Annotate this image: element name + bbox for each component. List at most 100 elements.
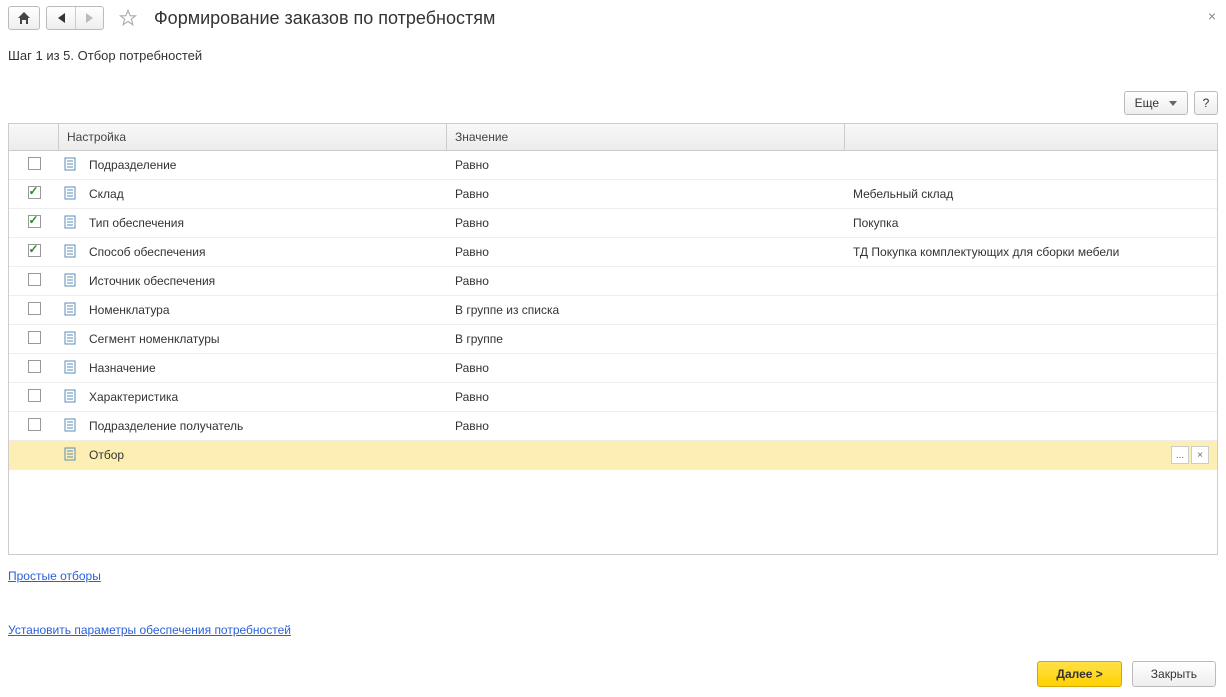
row-icon-cell — [59, 182, 81, 207]
table-empty — [9, 470, 1217, 554]
table-row[interactable]: Тип обеспечения Равно Покупка — [9, 209, 1217, 238]
row-checkbox-cell — [9, 385, 59, 409]
row-name: Сегмент номенклатуры — [81, 328, 447, 350]
row-comp — [845, 422, 1217, 430]
favorite-button[interactable] — [116, 6, 140, 30]
col-checkbox — [9, 124, 59, 150]
row-value: Равно — [447, 386, 845, 408]
row-checkbox-cell — [9, 211, 59, 235]
filter-icon — [63, 447, 77, 461]
set-params-link[interactable]: Установить параметры обеспечения потребн… — [8, 623, 1218, 637]
row-name: Способ обеспечения — [81, 241, 447, 263]
next-button[interactable]: Далее > — [1037, 661, 1121, 687]
row-name: Склад — [81, 183, 447, 205]
row-value: Равно — [447, 212, 845, 234]
filter-icon — [63, 302, 77, 316]
row-name: Источник обеспечения — [81, 270, 447, 292]
nav-group — [46, 6, 104, 30]
checkbox[interactable] — [28, 389, 41, 402]
row-comp: ... × — [845, 442, 1217, 468]
checkbox[interactable] — [28, 418, 41, 431]
checkbox[interactable] — [28, 302, 41, 315]
row-icon-cell — [59, 356, 81, 381]
row-checkbox-cell — [9, 153, 59, 177]
row-checkbox-cell — [9, 414, 59, 438]
checkbox[interactable] — [28, 273, 41, 286]
step-subtitle: Шаг 1 из 5. Отбор потребностей — [0, 36, 1226, 87]
filter-icon — [63, 186, 77, 200]
row-icon-cell — [59, 240, 81, 265]
table-row[interactable]: Подразделение Равно — [9, 151, 1217, 180]
row-icon-cell — [59, 211, 81, 236]
row-icon-cell — [59, 443, 81, 468]
table-row[interactable]: Назначение Равно — [9, 354, 1217, 383]
arrow-right-icon — [86, 13, 93, 23]
row-icon-cell — [59, 327, 81, 352]
row-comp — [845, 393, 1217, 401]
checkbox[interactable] — [28, 157, 41, 170]
row-name: Характеристика — [81, 386, 447, 408]
row-checkbox-cell — [9, 240, 59, 264]
row-checkbox-cell — [9, 327, 59, 351]
row-checkbox-cell — [9, 182, 59, 206]
row-icon-cell — [59, 298, 81, 323]
filter-icon — [63, 273, 77, 287]
row-comp: Мебельный склад — [845, 183, 1217, 205]
row-name: Назначение — [81, 357, 447, 379]
forward-button[interactable] — [75, 7, 103, 29]
row-checkbox-cell — [9, 451, 59, 459]
row-comp: ТД Покупка комплектующих для сборки мебе… — [845, 241, 1217, 263]
filter-icon — [63, 215, 77, 229]
checkbox[interactable] — [28, 244, 41, 257]
row-value: Равно — [447, 183, 845, 205]
table-row[interactable]: Склад Равно Мебельный склад — [9, 180, 1217, 209]
row-value: Равно — [447, 270, 845, 292]
help-button[interactable]: ? — [1194, 91, 1218, 115]
checkbox[interactable] — [28, 360, 41, 373]
table-row[interactable]: Сегмент номенклатуры В группе — [9, 325, 1217, 354]
close-footer-button[interactable]: Закрыть — [1132, 661, 1216, 687]
row-value: Равно — [447, 154, 845, 176]
table-row[interactable]: Способ обеспечения Равно ТД Покупка комп… — [9, 238, 1217, 267]
checkbox[interactable] — [28, 215, 41, 228]
row-name: Номенклатура — [81, 299, 447, 321]
ellipsis-button[interactable]: ... — [1171, 446, 1189, 464]
simple-filters-link[interactable]: Простые отборы — [8, 569, 1218, 583]
table-row[interactable]: Номенклатура В группе из списка — [9, 296, 1217, 325]
table-row-selected[interactable]: Отбор ... × — [9, 441, 1217, 470]
row-comp: Покупка — [845, 212, 1217, 234]
more-label: Еще — [1135, 96, 1159, 110]
home-icon — [17, 11, 31, 25]
table-row[interactable]: Характеристика Равно — [9, 383, 1217, 412]
arrow-left-icon — [58, 13, 65, 23]
filter-icon — [63, 360, 77, 374]
row-name: Тип обеспечения — [81, 212, 447, 234]
row-icon-cell — [59, 385, 81, 410]
close-button[interactable]: × — [1208, 8, 1216, 24]
row-value: В группе — [447, 328, 845, 350]
row-checkbox-cell — [9, 356, 59, 380]
table-row[interactable]: Подразделение получатель Равно — [9, 412, 1217, 441]
more-button[interactable]: Еще — [1124, 91, 1188, 115]
chevron-down-icon — [1169, 101, 1177, 106]
home-button[interactable] — [8, 6, 40, 30]
checkbox[interactable] — [28, 186, 41, 199]
table-row[interactable]: Источник обеспечения Равно — [9, 267, 1217, 296]
filter-table: Настройка Значение Подразделение Равно С… — [8, 123, 1218, 555]
row-comp — [845, 306, 1217, 314]
row-checkbox-cell — [9, 269, 59, 293]
checkbox[interactable] — [28, 331, 41, 344]
row-comp — [845, 161, 1217, 169]
row-icon-cell — [59, 269, 81, 294]
row-icon-cell — [59, 414, 81, 439]
back-button[interactable] — [47, 7, 75, 29]
row-comp — [845, 335, 1217, 343]
filter-icon — [63, 244, 77, 258]
col-comparison — [845, 124, 1217, 150]
page-title: Формирование заказов по потребностям — [154, 8, 495, 29]
filter-icon — [63, 157, 77, 171]
filter-icon — [63, 418, 77, 432]
row-value: В группе из списка — [447, 299, 845, 321]
row-value: Равно — [447, 415, 845, 437]
clear-button[interactable]: × — [1191, 446, 1209, 464]
